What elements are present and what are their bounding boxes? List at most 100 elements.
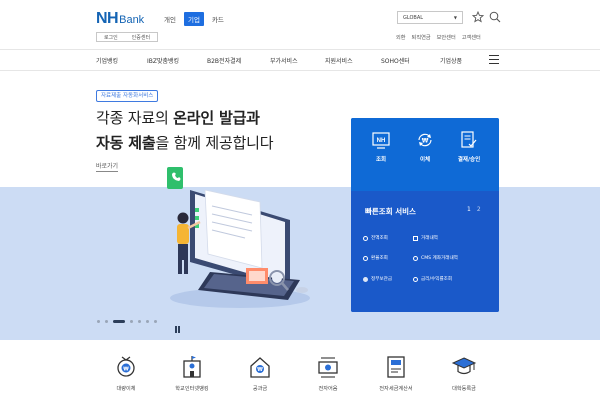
quick-approval-label: 결재/승인 <box>457 157 481 163</box>
e-tax-invoice-icon <box>387 356 405 378</box>
search-icon[interactable] <box>489 11 501 23</box>
e-bill-icon <box>318 357 338 378</box>
language-value: GLOBAL <box>403 14 424 21</box>
slide-indicators <box>97 320 157 323</box>
segment-card[interactable]: 카드 <box>208 12 228 26</box>
nh-bank-logo[interactable]: NH Bank <box>96 10 144 28</box>
service-label: 전자어음 <box>318 386 338 392</box>
slide-dot-active[interactable] <box>113 320 125 323</box>
page: NH Bank 개인 기업 카드 로그인 인증센터 GLOBAL ▼ 외환 퇴직… <box>0 0 600 410</box>
quick-lookup-item[interactable]: 정부보관금 <box>363 276 392 282</box>
svg-text:₩: ₩ <box>123 366 129 372</box>
quick-lookup-pager: 12 <box>467 206 481 213</box>
star-favorite-icon[interactable] <box>472 11 484 23</box>
pause-icon[interactable] <box>175 318 181 333</box>
slide-dot[interactable] <box>130 320 133 323</box>
service-utility-bill[interactable]: ₩ 공과금 <box>225 354 295 392</box>
hero-line2-bold: 자동 제출 <box>96 134 156 152</box>
nav-item-b2b-payment[interactable]: B2B전자결제 <box>207 56 241 65</box>
circle-icon <box>413 255 418 261</box>
nav-item-support-services[interactable]: 지원서비스 <box>325 56 353 65</box>
school-bank-icon <box>183 356 201 378</box>
quick-lookup-item[interactable]: 거래내역 <box>413 235 438 241</box>
hero-shortcut-link[interactable]: 바로가기 <box>96 161 119 172</box>
quick-lookup-item-label: 환율조회 <box>371 256 388 261</box>
service-label: 대학등록금 <box>452 386 476 392</box>
dot-icon <box>363 276 368 282</box>
service-label: 대량이체 <box>116 386 136 392</box>
quick-lookup-item[interactable]: 금리/수익률조회 <box>413 276 452 282</box>
quick-inquiry-label: 조회 <box>375 157 387 163</box>
quick-lookup-title: 빠른조회 서비스 <box>365 207 416 216</box>
nav-item-corporate-products[interactable]: 기업상품 <box>440 56 462 65</box>
svg-text:₩: ₩ <box>257 367 263 373</box>
util-link-forex[interactable]: 외환 <box>396 34 406 41</box>
svg-text:NH: NH <box>377 138 386 144</box>
quick-lookup-item-label: 거래내역 <box>421 236 438 241</box>
slide-dot[interactable] <box>146 320 149 323</box>
tuition-icon <box>451 357 477 375</box>
login-button[interactable]: 로그인 <box>104 34 118 41</box>
header: NH Bank 개인 기업 카드 로그인 인증센터 GLOBAL ▼ 외환 퇴직… <box>0 0 600 49</box>
logo-bank-text: Bank <box>119 14 145 26</box>
segment-personal[interactable]: 개인 <box>160 12 180 26</box>
quick-lookup-item[interactable]: 전액조회 <box>363 235 388 241</box>
hero-line1-bold: 온라인 발급과 <box>173 109 260 127</box>
quick-lookup-item[interactable]: CMS 계좌거래내역 <box>413 255 458 261</box>
approval-icon <box>461 131 477 148</box>
pager-page-2[interactable]: 2 <box>477 206 481 213</box>
cert-center-button[interactable]: 인증센터 <box>132 34 150 41</box>
util-link-pension[interactable]: 퇴직연금 <box>412 34 431 41</box>
nav-item-corporate-banking[interactable]: 기업뱅킹 <box>96 56 118 65</box>
service-bulk-transfer[interactable]: ₩ 대량이체 <box>91 354 161 392</box>
nav-item-soho-center[interactable]: SOHO센터 <box>381 56 410 65</box>
quick-lookup-item-label: 정부보관금 <box>371 277 393 282</box>
language-select[interactable]: GLOBAL ▼ <box>397 11 463 24</box>
quick-lookup-item-label: 전액조회 <box>371 236 388 241</box>
quick-lookup-item[interactable]: 환율조회 <box>363 255 388 261</box>
circle-icon <box>363 255 368 261</box>
utility-links: 외환 퇴직연금 보안센터 고객센터 <box>396 34 481 41</box>
service-tuition[interactable]: 대학등록금 <box>429 354 499 392</box>
nav-item-extra-services[interactable]: 부가서비스 <box>270 56 298 65</box>
segment-tabs: 개인 기업 카드 <box>160 12 228 26</box>
service-label: 공과금 <box>252 386 268 392</box>
square-icon <box>413 235 418 241</box>
slide-dot[interactable] <box>138 320 141 323</box>
quick-service-panel: NH 조회 ₩ 이체 결재/승인 빠른조회 서비스 1 2 전액조회 거래내역 … <box>351 118 499 312</box>
service-label: 전자세금계산서 <box>379 386 413 392</box>
quick-lookup-item-label: 금리/수익률조회 <box>421 277 453 282</box>
won-transfer-icon: ₩ <box>418 133 432 147</box>
utility-bill-icon: ₩ <box>250 357 270 378</box>
circle-icon <box>413 276 418 282</box>
logo-nh-text: NH <box>96 10 119 27</box>
nav-item-ibz-banking[interactable]: IBZ맞춤뱅킹 <box>147 56 179 65</box>
service-e-bill[interactable]: 전자어음 <box>293 354 363 392</box>
slide-dot[interactable] <box>105 320 108 323</box>
nh-card-icon: NH <box>372 132 390 149</box>
quick-approval-button[interactable]: 결재/승인 <box>449 130 489 163</box>
hero-illustration <box>167 167 310 308</box>
hero-headline-line1: 각종 자료의 온라인 발급과 <box>96 107 260 128</box>
quick-transfer-button[interactable]: ₩ 이체 <box>405 130 445 163</box>
hero-tag: 자료제출 자동화서비스 <box>96 90 159 102</box>
quick-lookup-item-label: CMS 계좌거래내역 <box>421 256 458 261</box>
main-nav: 기업뱅킹 IBZ맞춤뱅킹 B2B전자결제 부가서비스 지원서비스 SOHO센터 … <box>0 49 600 71</box>
service-school-banking[interactable]: 학교인터넷뱅킹 <box>157 354 227 392</box>
segment-corporate[interactable]: 기업 <box>183 12 204 26</box>
util-link-security[interactable]: 보안센터 <box>437 34 456 41</box>
dropdown-arrow-icon: ▼ <box>453 15 457 20</box>
hero-line1-plain: 각종 자료의 <box>96 109 174 127</box>
slide-dot[interactable] <box>97 320 100 323</box>
service-label: 학교인터넷뱅킹 <box>175 386 209 392</box>
util-link-customer[interactable]: 고객센터 <box>462 34 481 41</box>
svg-text:₩: ₩ <box>422 138 429 145</box>
quick-inquiry-button[interactable]: NH 조회 <box>361 130 401 163</box>
menu-icon[interactable] <box>489 55 499 64</box>
circle-icon <box>363 235 368 241</box>
slide-dot[interactable] <box>154 320 157 323</box>
quick-transfer-label: 이체 <box>419 157 431 163</box>
service-e-tax-invoice[interactable]: 전자세금계산서 <box>361 354 431 392</box>
pager-page-1[interactable]: 1 <box>467 206 471 213</box>
login-cert-group: 로그인 인증센터 <box>96 32 158 42</box>
